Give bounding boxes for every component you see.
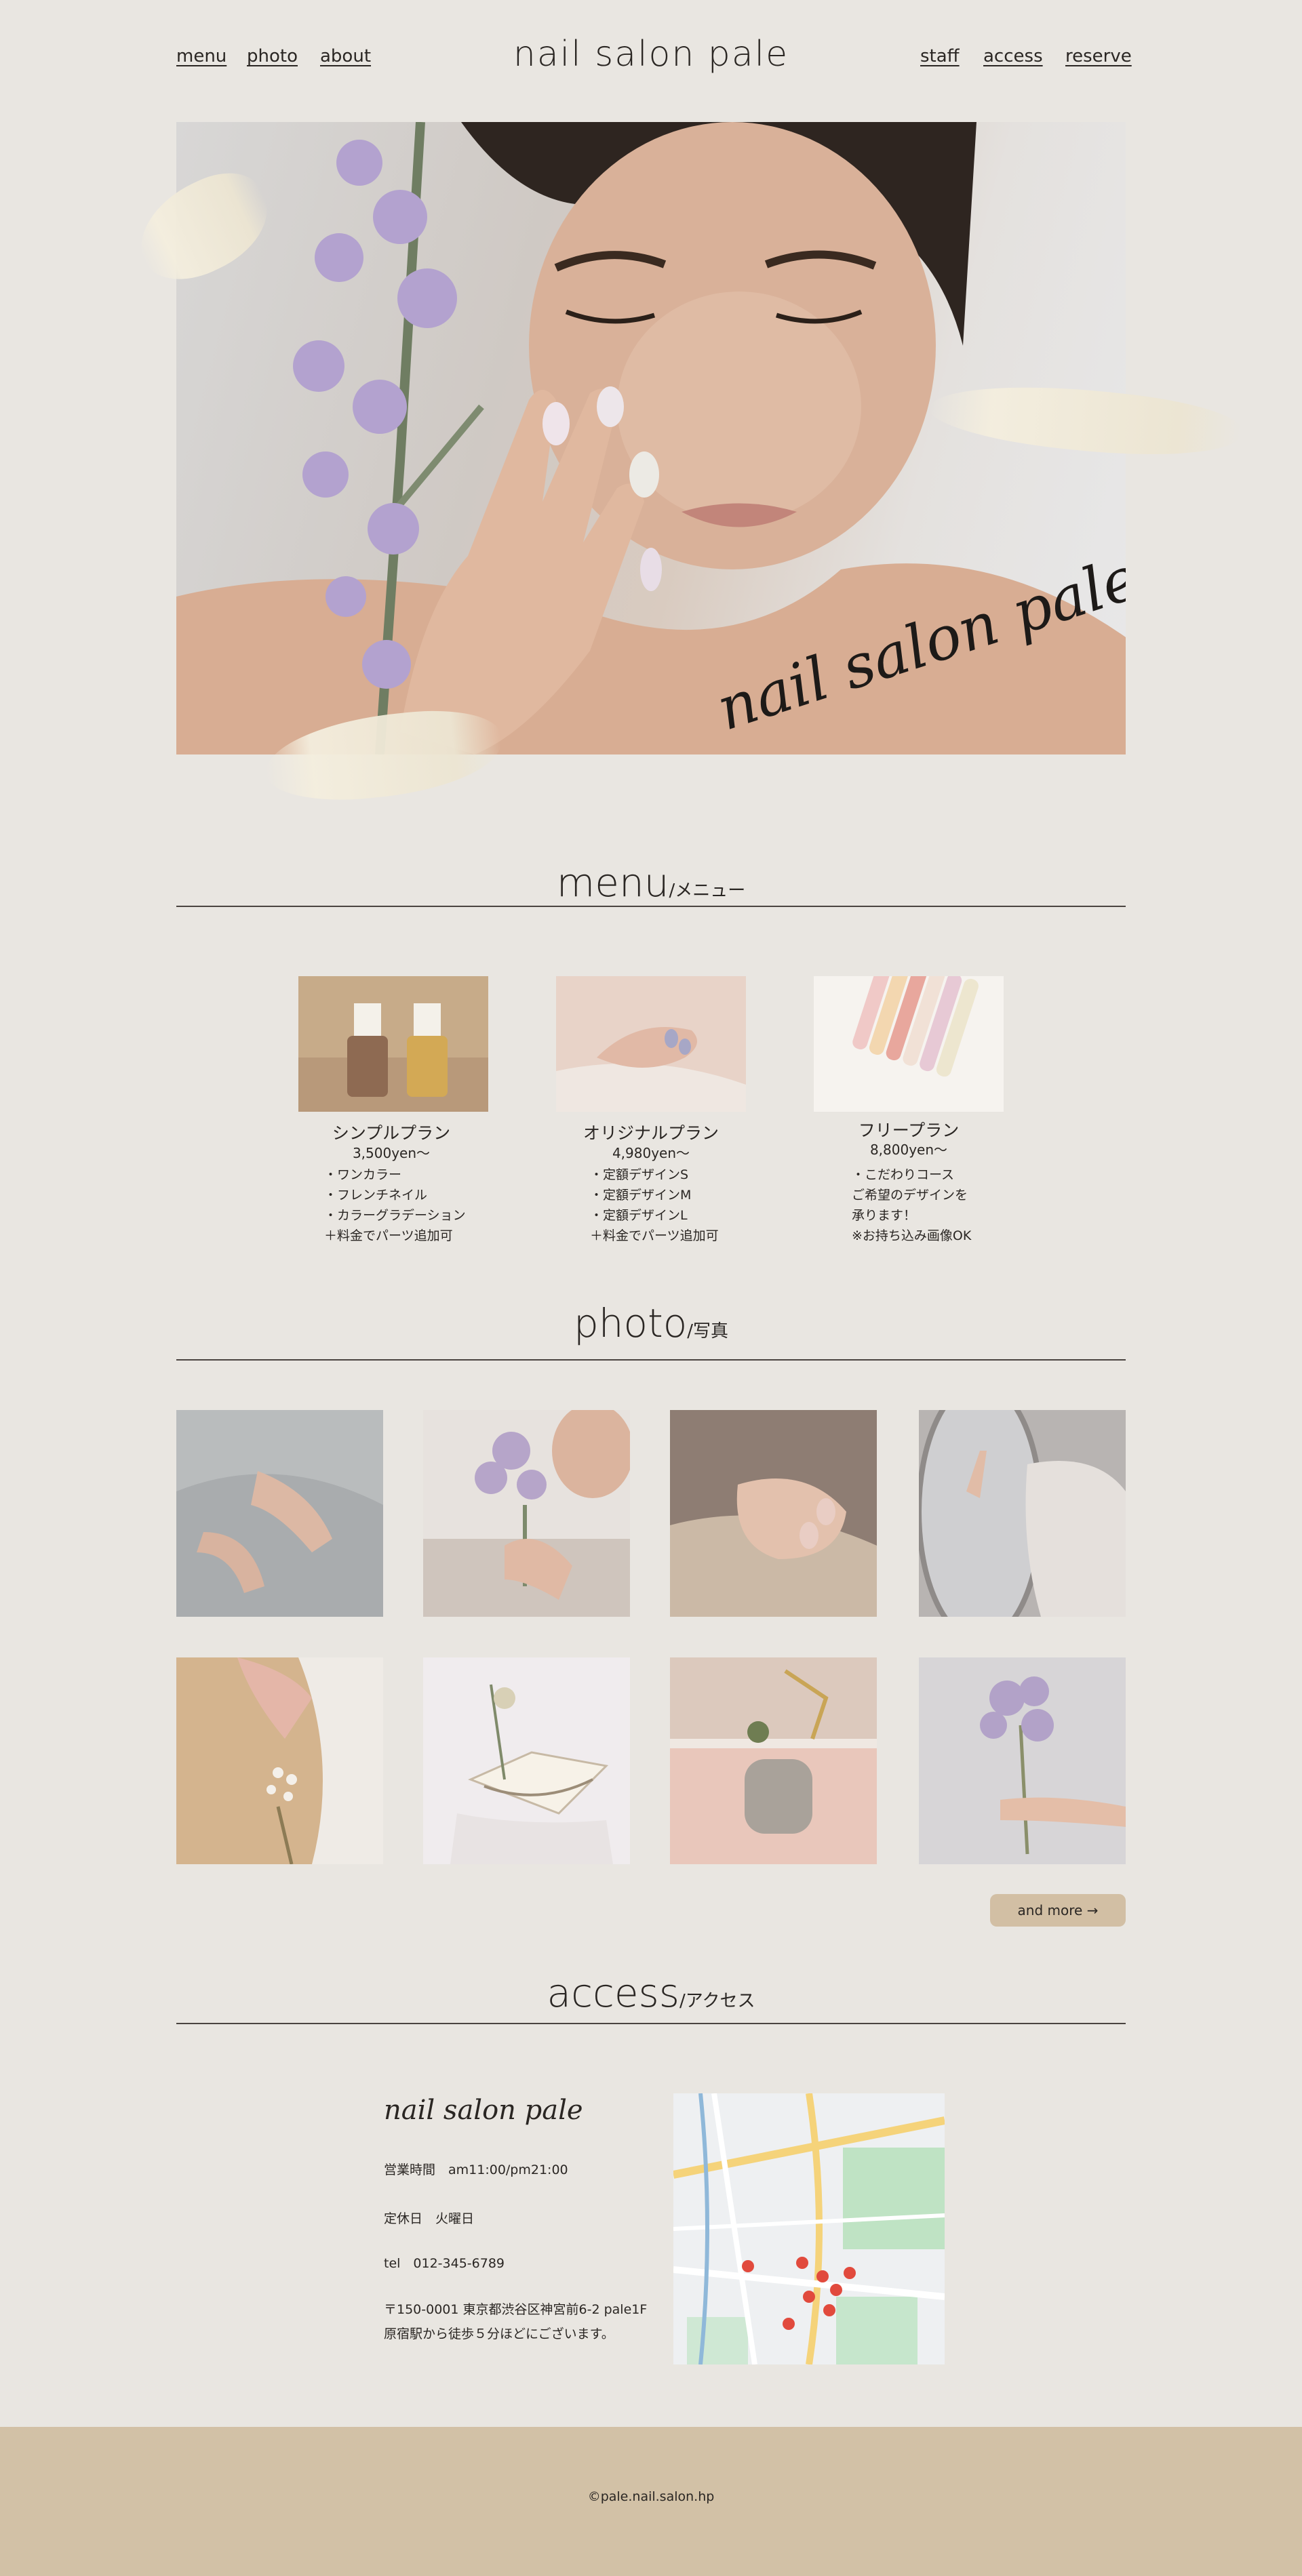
list-item: ご希望のデザインを bbox=[852, 1188, 968, 1203]
menu-card-name: シンプルプラン bbox=[332, 1123, 451, 1143]
menu-card-image bbox=[556, 976, 746, 1112]
copyright-text: ©pale.nail.salon.hp bbox=[587, 2489, 715, 2504]
nav-reserve-link[interactable]: reserve bbox=[1065, 46, 1132, 66]
menu-section-heading: menu/メニュー bbox=[0, 860, 1302, 906]
list-item: ※お持ち込み画像OK bbox=[852, 1228, 972, 1243]
list-item: ＋料金でパーツ追加可 bbox=[590, 1228, 719, 1243]
hero-image: nail salon pale bbox=[176, 122, 1126, 754]
menu-card-name: オリジナルプラン bbox=[583, 1123, 719, 1143]
list-item: ・カラーグラデーション bbox=[324, 1208, 466, 1223]
nav-access-link[interactable]: access bbox=[983, 46, 1043, 66]
access-brand-script: nail salon pale bbox=[384, 2095, 583, 2126]
gallery-photo[interactable] bbox=[423, 1410, 630, 1617]
gallery-photo[interactable] bbox=[670, 1657, 877, 1864]
gallery-photo[interactable] bbox=[423, 1657, 630, 1864]
access-section-heading: access/アクセス bbox=[0, 1970, 1302, 2016]
menu-card-list: ・こだわりコース ご希望のデザインを 承ります！ ※お持ち込み画像OK bbox=[852, 1165, 971, 1246]
access-section-subtitle: /アクセス bbox=[679, 1991, 755, 2011]
menu-card-list: ・ワンカラー ・フレンチネイル ・カラーグラデーション ＋料金でパーツ追加可 bbox=[324, 1165, 466, 1246]
gallery-photo[interactable] bbox=[176, 1657, 383, 1864]
address: 〒150-0001 東京都渋谷区神宮前6-2 pale1F bbox=[384, 2302, 648, 2317]
closed-day: 定休日 火曜日 bbox=[384, 2211, 475, 2226]
gallery-photo[interactable] bbox=[670, 1410, 877, 1617]
gallery-photo[interactable] bbox=[919, 1410, 1126, 1617]
nav-staff-link[interactable]: staff bbox=[920, 46, 960, 66]
menu-card-price: 8,800yen～ bbox=[869, 1142, 948, 1158]
list-item: ・こだわりコース bbox=[852, 1167, 955, 1182]
photo-section-title: photo bbox=[573, 1300, 688, 1346]
business-hours: 営業時間 am11:00/pm21:00 bbox=[384, 2162, 568, 2177]
menu-card-list: ・定額デザインS ・定額デザインM ・定額デザインL ＋料金でパーツ追加可 bbox=[590, 1165, 719, 1246]
menu-card-name: フリープラン bbox=[858, 1121, 960, 1140]
section-divider bbox=[176, 1359, 1126, 1361]
list-item: ・定額デザインS bbox=[590, 1167, 689, 1182]
telephone[interactable]: tel 012-345-6789 bbox=[384, 2253, 505, 2272]
photo-section-heading: photo/写真 bbox=[0, 1300, 1302, 1346]
menu-section-title: menu bbox=[556, 860, 669, 906]
hero-illustration: nail salon pale bbox=[176, 122, 1126, 754]
list-item: ・ワンカラー bbox=[324, 1167, 402, 1182]
list-item: ・フレンチネイル bbox=[324, 1188, 428, 1203]
list-item: 承ります！ bbox=[852, 1208, 917, 1223]
menu-section-subtitle: /メニュー bbox=[669, 881, 746, 901]
section-divider bbox=[176, 906, 1126, 907]
menu-card-image bbox=[814, 976, 1004, 1112]
menu-card-price: 3,500yen～ bbox=[352, 1145, 431, 1161]
list-item: ・定額デザインM bbox=[590, 1188, 692, 1203]
directions: 原宿駅から徒歩５分ほどにございます。 bbox=[384, 2327, 614, 2341]
photo-section-subtitle: /写真 bbox=[687, 1321, 729, 1342]
map-image[interactable] bbox=[673, 2093, 945, 2364]
gallery-photo[interactable] bbox=[176, 1410, 383, 1617]
access-section-title: access bbox=[547, 1970, 679, 2016]
menu-card-image bbox=[298, 976, 488, 1112]
list-item: ・定額デザインL bbox=[590, 1208, 688, 1223]
section-divider bbox=[176, 2023, 1126, 2024]
gallery-photo[interactable] bbox=[919, 1657, 1126, 1864]
and-more-button[interactable]: and more → bbox=[990, 1894, 1126, 1927]
list-item: ＋料金でパーツ追加可 bbox=[324, 1228, 453, 1243]
menu-card-price: 4,980yen～ bbox=[612, 1145, 690, 1161]
